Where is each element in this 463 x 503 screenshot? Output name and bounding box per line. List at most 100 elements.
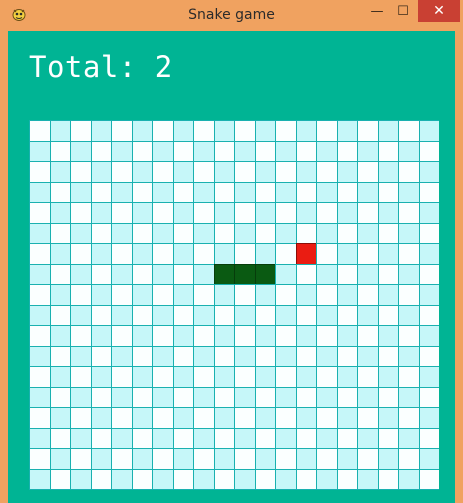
board-cell [357, 325, 379, 347]
board-cell [234, 140, 256, 162]
board-cell [377, 407, 399, 429]
board-cell [213, 468, 235, 490]
board-cell [336, 243, 358, 265]
board-cell [398, 386, 420, 408]
board-cell [295, 140, 317, 162]
board-cell [398, 304, 420, 326]
board-cell [275, 263, 297, 285]
board-cell [90, 386, 112, 408]
board-cell [29, 448, 51, 470]
game-canvas[interactable]: Total: 2 [8, 31, 455, 503]
board-cell [418, 202, 439, 224]
board-cell [234, 120, 256, 142]
board-cell [29, 325, 51, 347]
board-cell [336, 448, 358, 470]
board-cell [398, 448, 420, 470]
board-cell [418, 468, 439, 490]
board-cell [234, 325, 256, 347]
board-cell [111, 243, 133, 265]
board-cell [418, 181, 439, 203]
board-cell [254, 243, 276, 265]
board-cell [90, 263, 112, 285]
minimize-button[interactable]: — [364, 0, 390, 22]
board-cell [193, 263, 215, 285]
board-cell [316, 284, 338, 306]
board-cell [172, 427, 194, 449]
board-cell [254, 181, 276, 203]
board-cell [111, 427, 133, 449]
board-cell [316, 304, 338, 326]
board-cell [172, 407, 194, 429]
board-cell [295, 202, 317, 224]
board-cell [172, 120, 194, 142]
board-cell [213, 427, 235, 449]
board-cell [357, 161, 379, 183]
board-cell [131, 407, 153, 429]
board-cell [398, 284, 420, 306]
board-cell [357, 366, 379, 388]
board-cell [70, 222, 92, 244]
board-cell [172, 366, 194, 388]
board-cell [357, 345, 379, 367]
board-cell [357, 427, 379, 449]
board-cell [152, 140, 174, 162]
board-cell [418, 161, 439, 183]
board-cell [254, 427, 276, 449]
board-cell [70, 161, 92, 183]
board-cell [152, 427, 174, 449]
board-cell [90, 202, 112, 224]
board-cell [295, 468, 317, 490]
board-cell [295, 181, 317, 203]
board-cell [193, 181, 215, 203]
board-cell [29, 222, 51, 244]
title-bar[interactable]: Snake game — ☐ ✕ [0, 0, 463, 31]
board-cell [316, 325, 338, 347]
board-cell [418, 284, 439, 306]
board-cell [172, 284, 194, 306]
board-cell [152, 386, 174, 408]
board-cell [193, 386, 215, 408]
board-cell [193, 427, 215, 449]
board-cell [111, 345, 133, 367]
board-cell [193, 407, 215, 429]
board-cell [275, 304, 297, 326]
board-cell [29, 202, 51, 224]
board-cell [316, 366, 338, 388]
board-cell [398, 243, 420, 265]
board-cell [90, 468, 112, 490]
board-cell [172, 222, 194, 244]
board-cell [29, 345, 51, 367]
board-cell [254, 161, 276, 183]
board-cell [213, 243, 235, 265]
board-cell [29, 407, 51, 429]
board-cell [152, 202, 174, 224]
board-cell [316, 468, 338, 490]
board-cell [234, 222, 256, 244]
board-cell [336, 263, 358, 285]
board-cell [90, 427, 112, 449]
board-cell [234, 448, 256, 470]
board-cell [131, 386, 153, 408]
board-cell [131, 304, 153, 326]
board-cell [316, 448, 338, 470]
board-cell [377, 448, 399, 470]
board-cell [377, 284, 399, 306]
snake-segment [213, 263, 235, 285]
board-cell [90, 161, 112, 183]
board-cell [316, 140, 338, 162]
board-cell [213, 140, 235, 162]
board-cell [131, 161, 153, 183]
board-cell [295, 325, 317, 347]
board-cell [193, 345, 215, 367]
board-cell [357, 202, 379, 224]
board-cell [295, 120, 317, 142]
board-cell [213, 284, 235, 306]
board-cell [193, 448, 215, 470]
board-cell [398, 222, 420, 244]
board-cell [193, 325, 215, 347]
board-cell [111, 468, 133, 490]
close-button[interactable]: ✕ [418, 0, 460, 22]
maximize-button[interactable]: ☐ [390, 0, 416, 22]
board-cell [418, 243, 439, 265]
board-cell [336, 181, 358, 203]
